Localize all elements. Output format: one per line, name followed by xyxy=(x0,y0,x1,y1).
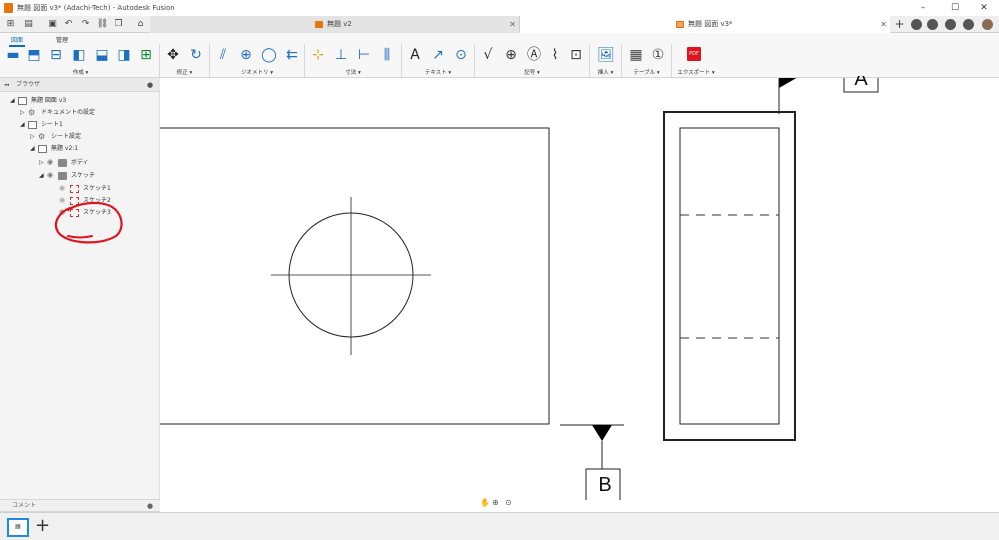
add-comment-icon[interactable]: ● xyxy=(147,500,153,512)
sheet-thumbnail[interactable]: ▤ xyxy=(7,518,29,537)
zoom-window-icon[interactable]: ⊙ xyxy=(505,498,512,507)
comments-bar: コメント ● xyxy=(0,499,160,512)
datum-a-label: A xyxy=(854,76,868,90)
add-sheet-icon[interactable]: + xyxy=(35,516,50,536)
navigation-toolbar: ✋ ⊕ ⊙ xyxy=(478,498,518,510)
side-view-inner xyxy=(679,127,780,425)
pan-icon[interactable]: ✋ xyxy=(480,498,490,507)
sheet-bar: ▤ + xyxy=(0,512,999,540)
datum-b-label: B xyxy=(598,474,612,496)
front-view[interactable] xyxy=(160,127,550,425)
front-view-rectangle xyxy=(160,127,550,425)
zoom-icon[interactable]: ⊕ xyxy=(492,498,499,507)
side-view[interactable] xyxy=(663,111,796,441)
side-view-outer xyxy=(663,111,796,441)
drawing-canvas[interactable] xyxy=(160,78,999,500)
comments-label: コメント xyxy=(12,502,37,509)
